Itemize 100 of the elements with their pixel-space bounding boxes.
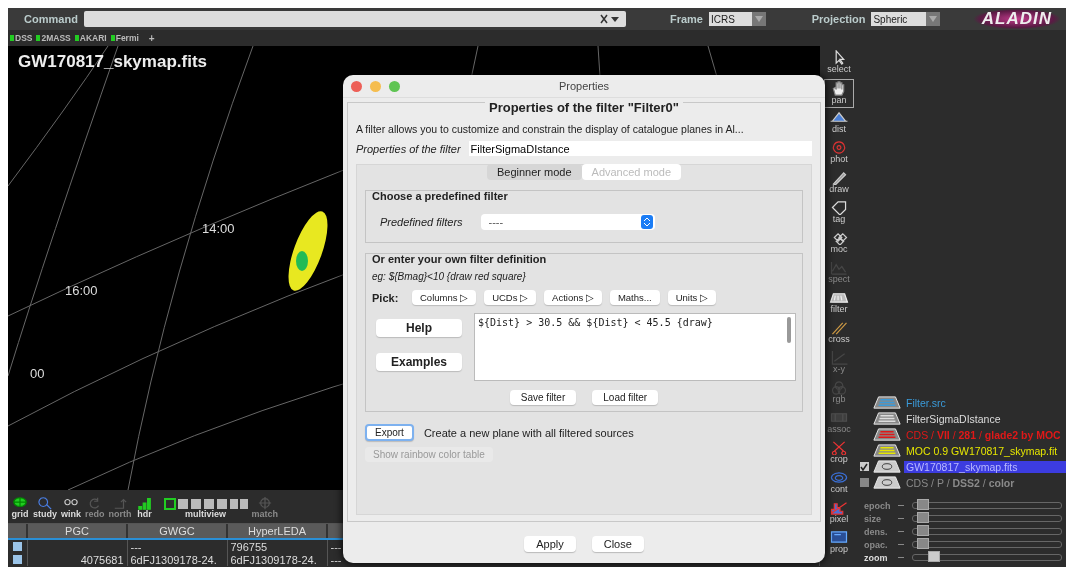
- pick-menu-button[interactable]: Units ▷: [667, 290, 716, 305]
- pick-menu-button[interactable]: Actions ▷: [544, 290, 602, 305]
- close-window-icon[interactable]: [351, 80, 362, 92]
- tool-button[interactable]: draw: [824, 169, 854, 198]
- slider-track[interactable]: [912, 502, 1062, 509]
- tool-button[interactable]: cross: [824, 319, 854, 348]
- table-cell: ---: [330, 540, 342, 553]
- projection-select[interactable]: Spheric: [871, 12, 940, 26]
- view-title: GW170817_skymap.fits: [18, 52, 207, 72]
- filter-name-field[interactable]: FilterSigmaDIstance: [468, 141, 812, 156]
- slider-label: epoch: [864, 500, 892, 511]
- layer-item[interactable]: CDS / P / DSS2 / color: [904, 476, 1017, 489]
- tool-button[interactable]: pixel: [824, 499, 854, 528]
- layer-item[interactable]: GW170817_skymap.fits: [904, 460, 1066, 473]
- tool-button[interactable]: cont: [824, 469, 854, 498]
- column-header[interactable]: PGC: [27, 524, 127, 539]
- export-description: Create a new plane with all filtered sources: [423, 426, 634, 439]
- tool-button[interactable]: tag: [824, 199, 854, 228]
- survey-link[interactable]: DSS: [10, 33, 33, 43]
- magnifier-icon: [36, 496, 54, 510]
- layer-item[interactable]: Filter.src: [904, 396, 948, 409]
- filter-name-label: Properties of the filter: [356, 142, 461, 155]
- stepper-icon: [640, 215, 653, 229]
- pick-menu-button[interactable]: Maths...: [609, 290, 660, 305]
- predefined-label: Predefined filters: [380, 216, 463, 228]
- slider-track[interactable]: [912, 528, 1062, 535]
- view-tool-button[interactable]: hdr: [135, 496, 154, 519]
- slider-label: zoom: [864, 552, 889, 563]
- view-tool-button[interactable]: study: [33, 496, 57, 519]
- monitor-icon: [829, 530, 849, 545]
- layer-checkbox[interactable]: [859, 478, 869, 487]
- tool-button[interactable]: moc: [824, 229, 854, 258]
- dialog-heading: Properties of the filter "Filter0": [485, 100, 683, 115]
- contour-icon: [829, 470, 849, 485]
- slider-track[interactable]: [912, 541, 1062, 548]
- signal-bars-icon: [135, 496, 154, 510]
- tool-button[interactable]: select: [824, 49, 854, 78]
- axes-icon: [829, 350, 849, 365]
- view-tool-button[interactable]: grid: [11, 496, 29, 519]
- layer-item[interactable]: MOC 0.9 GW170817_skymap.fit: [904, 444, 1060, 457]
- pick-menu-button[interactable]: UCDs ▷: [484, 290, 537, 305]
- dialog-button[interactable]: Apply: [524, 536, 576, 552]
- mode-tab[interactable]: Beginner mode: [486, 164, 582, 180]
- scissors-icon: [829, 440, 849, 455]
- filter-plane-icon: [829, 290, 849, 305]
- tool-button[interactable]: phot: [824, 139, 854, 168]
- projection-label: Projection: [811, 13, 866, 25]
- tool-button[interactable]: filter: [824, 289, 854, 318]
- side-button[interactable]: Help: [376, 319, 462, 337]
- grid-label: 16:00: [65, 283, 98, 298]
- slider-track[interactable]: [912, 554, 1062, 561]
- circles-icon: [829, 380, 849, 395]
- logo: ALADIN: [973, 9, 1060, 29]
- slider-track[interactable]: [912, 515, 1062, 522]
- export-button[interactable]: Export: [365, 424, 414, 441]
- row-marker-icon[interactable]: [12, 542, 22, 551]
- filter-expression-field[interactable]: ${Dist} > 30.5 && ${Dist} < 45.5 {draw}: [474, 313, 796, 381]
- predefined-filter-select[interactable]: ----: [480, 214, 655, 230]
- histogram-icon: [829, 500, 849, 515]
- view-tool-button[interactable]: multiview: [163, 498, 248, 519]
- slider-label: opac.: [864, 539, 889, 550]
- survey-link[interactable]: AKARI: [74, 33, 107, 43]
- column-header[interactable]: HyperLEDA: [227, 524, 327, 539]
- table-cell: 796755: [230, 540, 268, 553]
- spectrum-icon: [829, 260, 849, 275]
- survey-link[interactable]: 2MASS: [36, 33, 71, 43]
- pick-menu-button[interactable]: Columns ▷: [412, 290, 477, 305]
- filter-file-button[interactable]: Load filter: [592, 390, 659, 405]
- frame-select[interactable]: ICRS: [708, 12, 766, 26]
- add-survey-button[interactable]: +: [148, 32, 155, 44]
- triangle-ruler-icon: [829, 110, 849, 125]
- slider-thumb[interactable]: [927, 551, 940, 562]
- grid-label: 00: [30, 366, 45, 381]
- command-label: Command: [23, 13, 78, 25]
- tool-button[interactable]: prop: [824, 529, 854, 558]
- side-button[interactable]: Examples: [376, 353, 462, 371]
- clear-dropdown-icon[interactable]: [599, 14, 620, 24]
- catalog-plane-icon: [872, 443, 902, 458]
- column-header[interactable]: GWGC: [127, 524, 227, 539]
- tool-button[interactable]: dist: [824, 109, 854, 138]
- layer-item[interactable]: FilterSigmaDIstance: [904, 412, 1003, 425]
- survey-link[interactable]: Fermi: [110, 33, 139, 43]
- layer-checkbox[interactable]: [859, 462, 869, 471]
- table-cell: 4075681: [80, 553, 124, 566]
- catalog-plane-icon: [872, 411, 902, 426]
- slider-label: dens.: [864, 526, 889, 537]
- command-field[interactable]: [83, 11, 626, 27]
- panel-layout-icon: [163, 498, 248, 510]
- frame-label: Frame: [669, 13, 703, 25]
- dialog-title: Properties: [558, 80, 610, 92]
- group-title: Choose a predefined filter: [372, 190, 509, 202]
- pick-label: Pick:: [372, 291, 400, 304]
- dialog-button[interactable]: Close: [591, 536, 644, 552]
- filter-file-button[interactable]: Save filter: [509, 390, 577, 405]
- tool-button[interactable]: crop: [824, 439, 854, 468]
- globe-icon: [11, 496, 29, 510]
- group-title: Or enter your own filter definition: [372, 253, 548, 265]
- row-marker-icon[interactable]: [12, 555, 22, 564]
- grid-label: 14:00: [202, 221, 235, 236]
- view-tool-button[interactable]: wink: [61, 496, 82, 519]
